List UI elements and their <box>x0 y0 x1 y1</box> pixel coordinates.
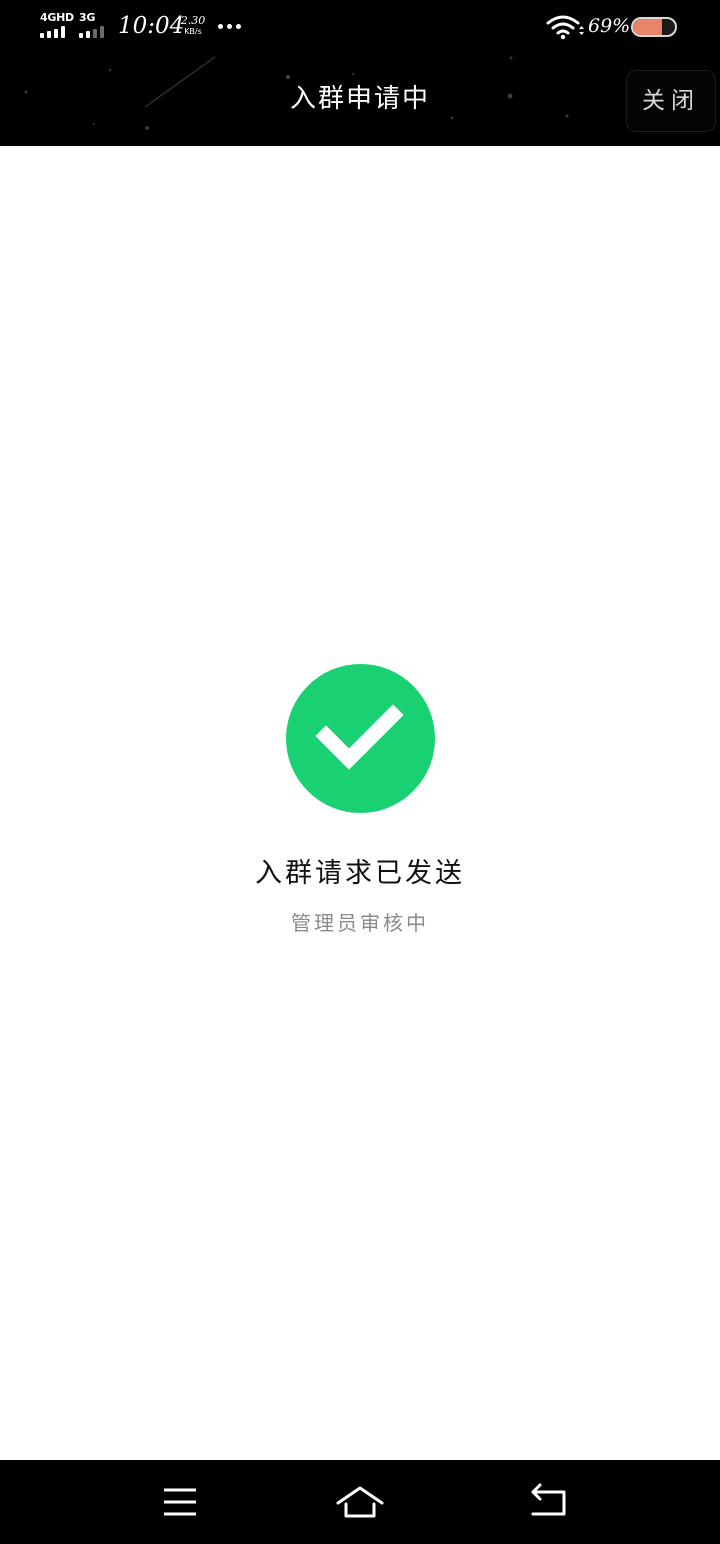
navigation-bar <box>0 1460 720 1544</box>
network-type-secondary: 3G <box>79 11 96 24</box>
menu-icon <box>164 1488 196 1516</box>
wifi-icon <box>546 15 584 40</box>
status-time: 10:04 <box>118 13 185 39</box>
status-bar: 4GHD 3G 10:04 2.30 KB/s 69% <box>0 0 720 54</box>
network-speed-value: 2.30 <box>180 14 206 27</box>
network-type-primary: 4GHD <box>40 11 74 24</box>
battery-percent: 69% <box>588 15 631 37</box>
home-icon <box>336 1486 384 1518</box>
close-button[interactable]: 关闭 <box>626 70 716 132</box>
result-title: 入群请求已发送 <box>255 858 465 889</box>
more-notifications-icon <box>218 24 241 29</box>
back-icon <box>531 1483 566 1516</box>
result-subtitle: 管理员审核中 <box>291 911 429 935</box>
header-bar: 4GHD 3G 10:04 2.30 KB/s 69% 入群申请中 关闭 <box>0 0 720 146</box>
page-title: 入群申请中 <box>289 84 430 114</box>
nav-home-button[interactable] <box>335 1482 385 1522</box>
network-speed: 2.30 KB/s <box>179 15 207 37</box>
network-speed-unit: KB/s <box>184 27 202 36</box>
battery-icon <box>631 17 677 37</box>
signal-bars-icon <box>40 26 65 38</box>
check-circle-icon <box>286 664 435 813</box>
nav-back-button[interactable] <box>528 1482 568 1522</box>
signal-bars-secondary-icon <box>79 26 104 38</box>
battery-fill <box>633 19 662 35</box>
nav-menu-button[interactable] <box>160 1482 200 1522</box>
